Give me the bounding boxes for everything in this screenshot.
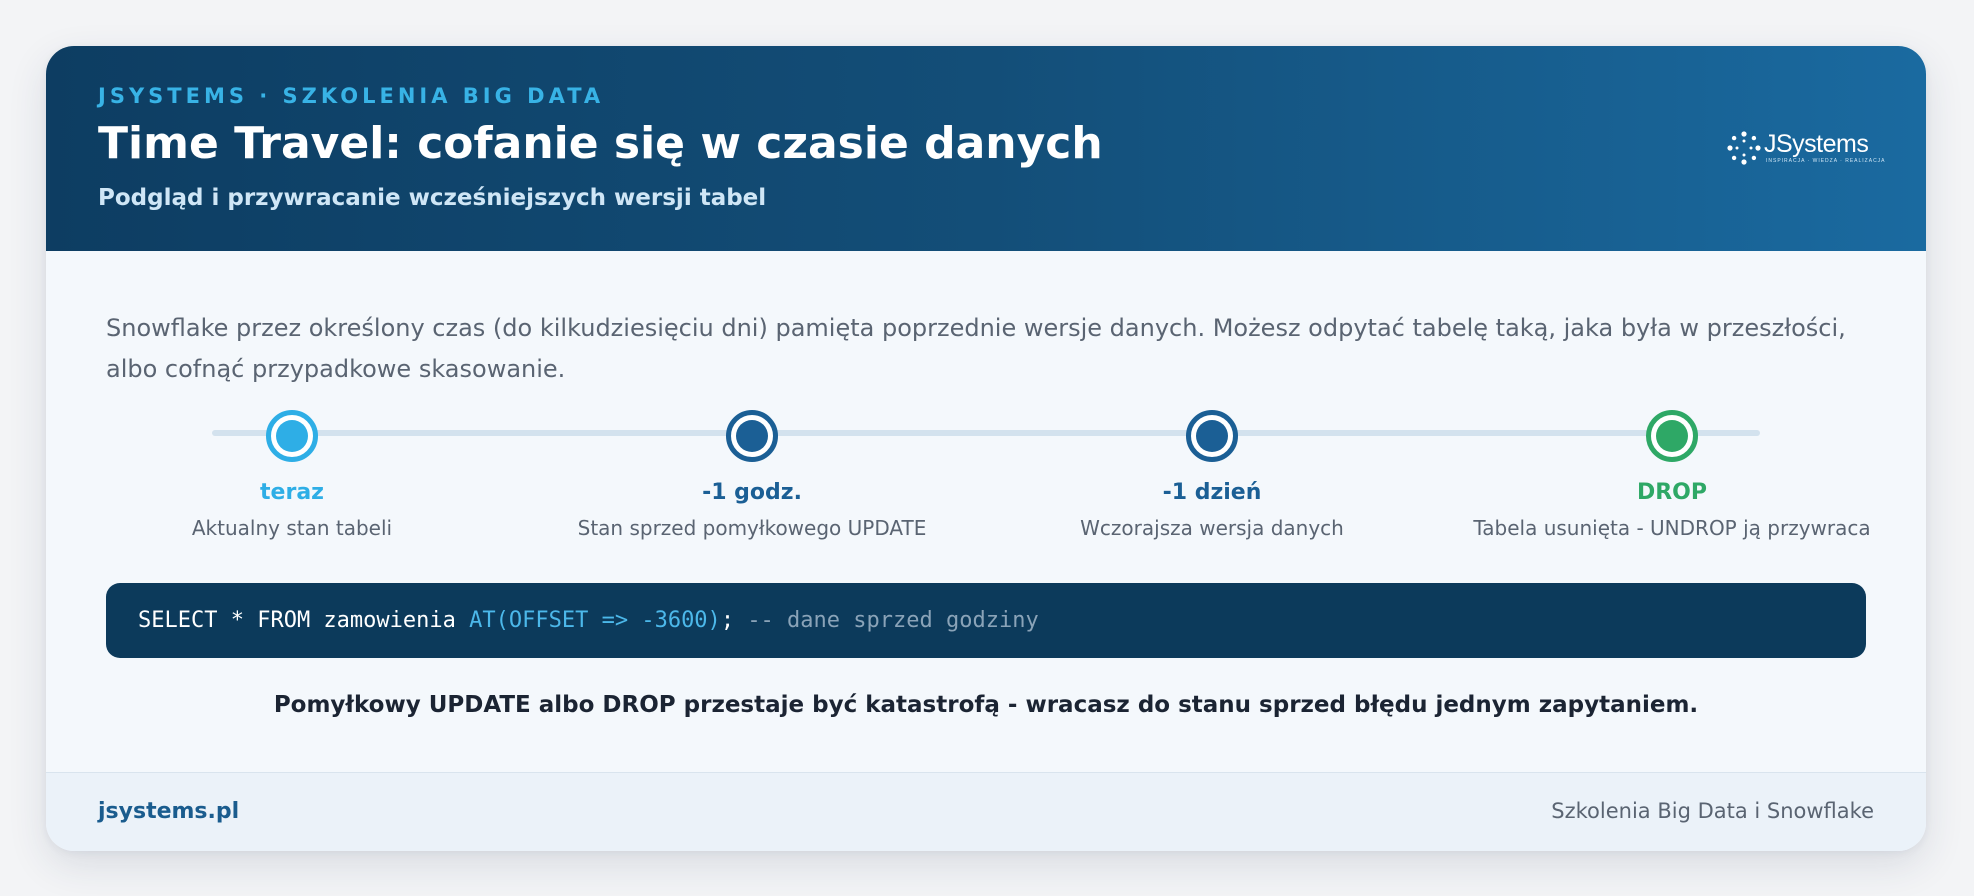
- timeline-description: Stan sprzed pomyłkowego UPDATE: [577, 516, 927, 540]
- code-snippet: SELECT * FROM zamowienia AT(OFFSET => -3…: [106, 583, 1866, 658]
- footer: jsystems.pl Szkolenia Big Data i Snowfla…: [46, 772, 1926, 851]
- footer-caption: Szkolenia Big Data i Snowflake: [1551, 799, 1874, 823]
- slide-card: JSYSTEMS · SZKOLENIA BIG DATA Time Trave…: [46, 46, 1926, 851]
- code-comment: -- dane sprzed godziny: [747, 608, 1039, 633]
- timeline-description: Aktualny stan tabeli: [191, 516, 393, 540]
- tagline: Pomyłkowy UPDATE albo DROP przestaje być…: [273, 692, 1699, 718]
- timeline-description: Wczorajsza wersja danych: [1080, 516, 1344, 540]
- timeline-track: [212, 430, 1760, 436]
- footer-site-link[interactable]: jsystems.pl: [98, 799, 239, 824]
- timeline-description: Tabela usunięta - UNDROP ją przywraca: [1473, 516, 1871, 540]
- timeline: teraz -1 godz. -1 dzień DROP Aktualny st…: [46, 46, 1926, 851]
- timeline-point-day: [1186, 410, 1238, 462]
- timeline-point-drop: [1646, 410, 1698, 462]
- timeline-label: -1 dzień: [1162, 480, 1262, 505]
- code-semicolon: ;: [720, 608, 748, 633]
- timeline-point-hour: [726, 410, 778, 462]
- code-base: SELECT * FROM zamowienia: [138, 608, 470, 633]
- timeline-point-now: [266, 410, 318, 462]
- timeline-label: teraz: [260, 480, 324, 505]
- timeline-label: -1 godz.: [702, 480, 802, 505]
- code-keyword: AT(OFFSET => -3600): [469, 608, 721, 633]
- timeline-label: DROP: [1636, 480, 1708, 505]
